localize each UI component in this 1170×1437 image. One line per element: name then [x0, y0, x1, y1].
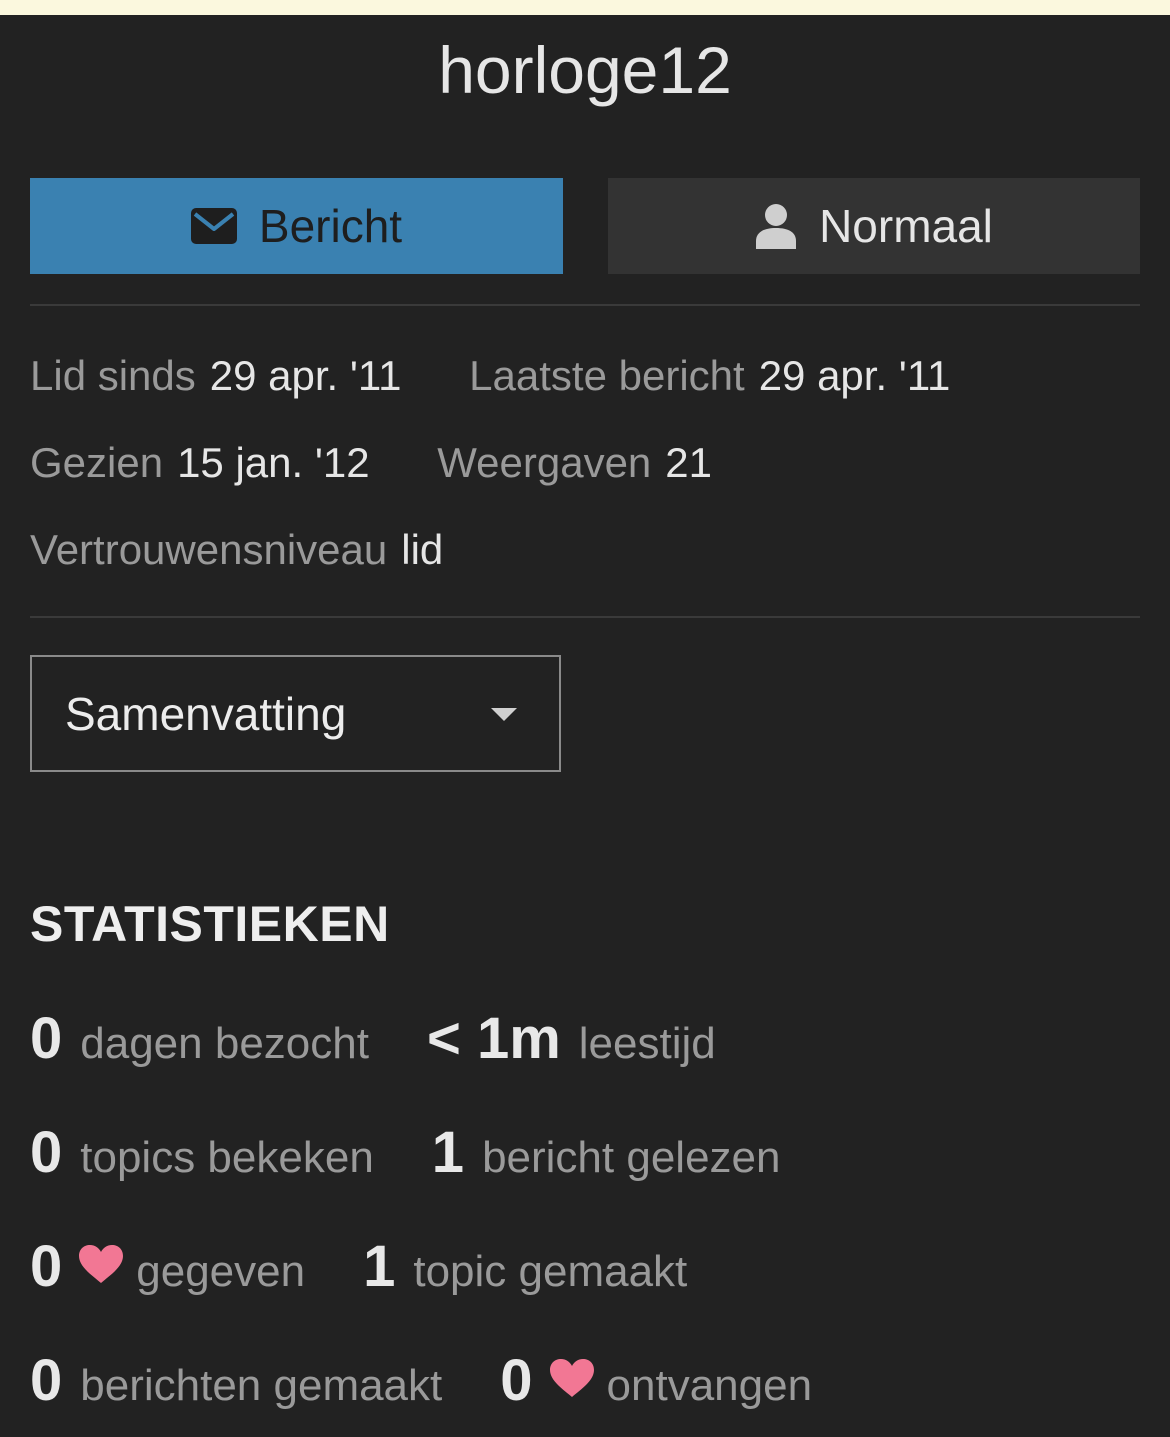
- divider: [30, 304, 1140, 306]
- stat-label: gegeven: [136, 1247, 306, 1296]
- stat-topics-created: 1 topic gemaakt: [363, 1233, 687, 1300]
- stat-value: < 1m: [426, 1006, 561, 1071]
- meta-row-seen: Gezien 15 jan. '12 Weergaven 21: [30, 435, 768, 491]
- stat-likes-received: 0 ontvangen: [500, 1347, 812, 1414]
- stat-value: 0: [30, 1120, 63, 1185]
- stat-label: leestijd: [578, 1019, 716, 1068]
- message-button-label: Bericht: [258, 200, 403, 252]
- stat-posts-read: 1 bericht gelezen: [432, 1119, 781, 1186]
- message-button[interactable]: Bericht: [30, 178, 563, 274]
- stats-row: 0 topics bekeken 1 bericht gelezen: [30, 1119, 838, 1189]
- stat-value: 0: [30, 1234, 63, 1299]
- stat-value: 0: [30, 1348, 63, 1413]
- last-seen-label: Gezien: [30, 439, 164, 486]
- heart-icon: [549, 1358, 595, 1403]
- user-icon: [755, 203, 797, 249]
- trust-level-label: Vertrouwensniveau: [30, 526, 388, 573]
- last-seen: Gezien 15 jan. '12: [30, 435, 370, 491]
- stat-value: 0: [500, 1348, 533, 1413]
- stat-posts-created: 0 berichten gemaakt: [30, 1347, 442, 1414]
- member-since: Lid sinds 29 apr. '11: [30, 348, 402, 404]
- profile-views: Weergaven 21: [437, 435, 712, 491]
- trust-level-value: lid: [401, 526, 444, 573]
- notice-strip: [0, 0, 1170, 15]
- stat-value: 0: [30, 1006, 63, 1071]
- stat-value: 1: [363, 1234, 396, 1299]
- meta-row-dates: Lid sinds 29 apr. '11 Laatste bericht 29 a…: [30, 348, 1006, 404]
- trust-level-button[interactable]: Normaal: [608, 178, 1140, 274]
- trust-level-button-label: Normaal: [819, 200, 993, 252]
- profile-view-select-value: Samenvatting: [65, 687, 347, 740]
- stat-label: ontvangen: [606, 1361, 813, 1410]
- caret-down-icon: [491, 707, 517, 721]
- stats-row: 0 berichten gemaakt 0 ontvangen: [30, 1347, 870, 1417]
- last-seen-value: 15 jan. '12: [177, 439, 370, 486]
- stat-label: dagen bezocht: [80, 1019, 369, 1068]
- meta-row-trust: Vertrouwensniveau lid: [30, 522, 499, 578]
- member-since-value: 29 apr. '11: [209, 352, 402, 399]
- stats-heading: STATISTIEKEN: [30, 896, 390, 952]
- stat-label: topic gemaakt: [413, 1247, 688, 1296]
- profile-views-value: 21: [665, 439, 713, 486]
- profile-view-select[interactable]: Samenvatting: [30, 655, 561, 772]
- stat-label: topics bekeken: [80, 1133, 374, 1182]
- stat-read-time: < 1m leestijd: [427, 1005, 716, 1072]
- stats-row: 0 dagen bezocht < 1m leestijd: [30, 1005, 774, 1075]
- divider: [30, 616, 1140, 618]
- trust-level: Vertrouwensniveau lid: [30, 522, 443, 578]
- member-since-label: Lid sinds: [30, 352, 196, 399]
- last-post: Laatste bericht 29 apr. '11: [469, 348, 950, 404]
- username-title: horloge12: [438, 33, 732, 107]
- stat-topics-viewed: 0 topics bekeken: [30, 1119, 374, 1186]
- stat-value: 1: [431, 1120, 465, 1185]
- stats-row: 0 gegeven 1 topic gemaakt: [30, 1233, 745, 1303]
- heart-icon: [78, 1244, 124, 1289]
- stat-label: berichten gemaakt: [80, 1361, 443, 1410]
- stat-likes-given: 0 gegeven: [30, 1233, 305, 1300]
- last-post-label: Laatste bericht: [469, 352, 745, 399]
- envelope-icon: [190, 208, 237, 244]
- profile-views-label: Weergaven: [437, 439, 652, 486]
- last-post-value: 29 apr. '11: [758, 352, 951, 399]
- stat-days-visited: 0 dagen bezocht: [30, 1005, 369, 1072]
- stat-label: bericht gelezen: [482, 1133, 781, 1182]
